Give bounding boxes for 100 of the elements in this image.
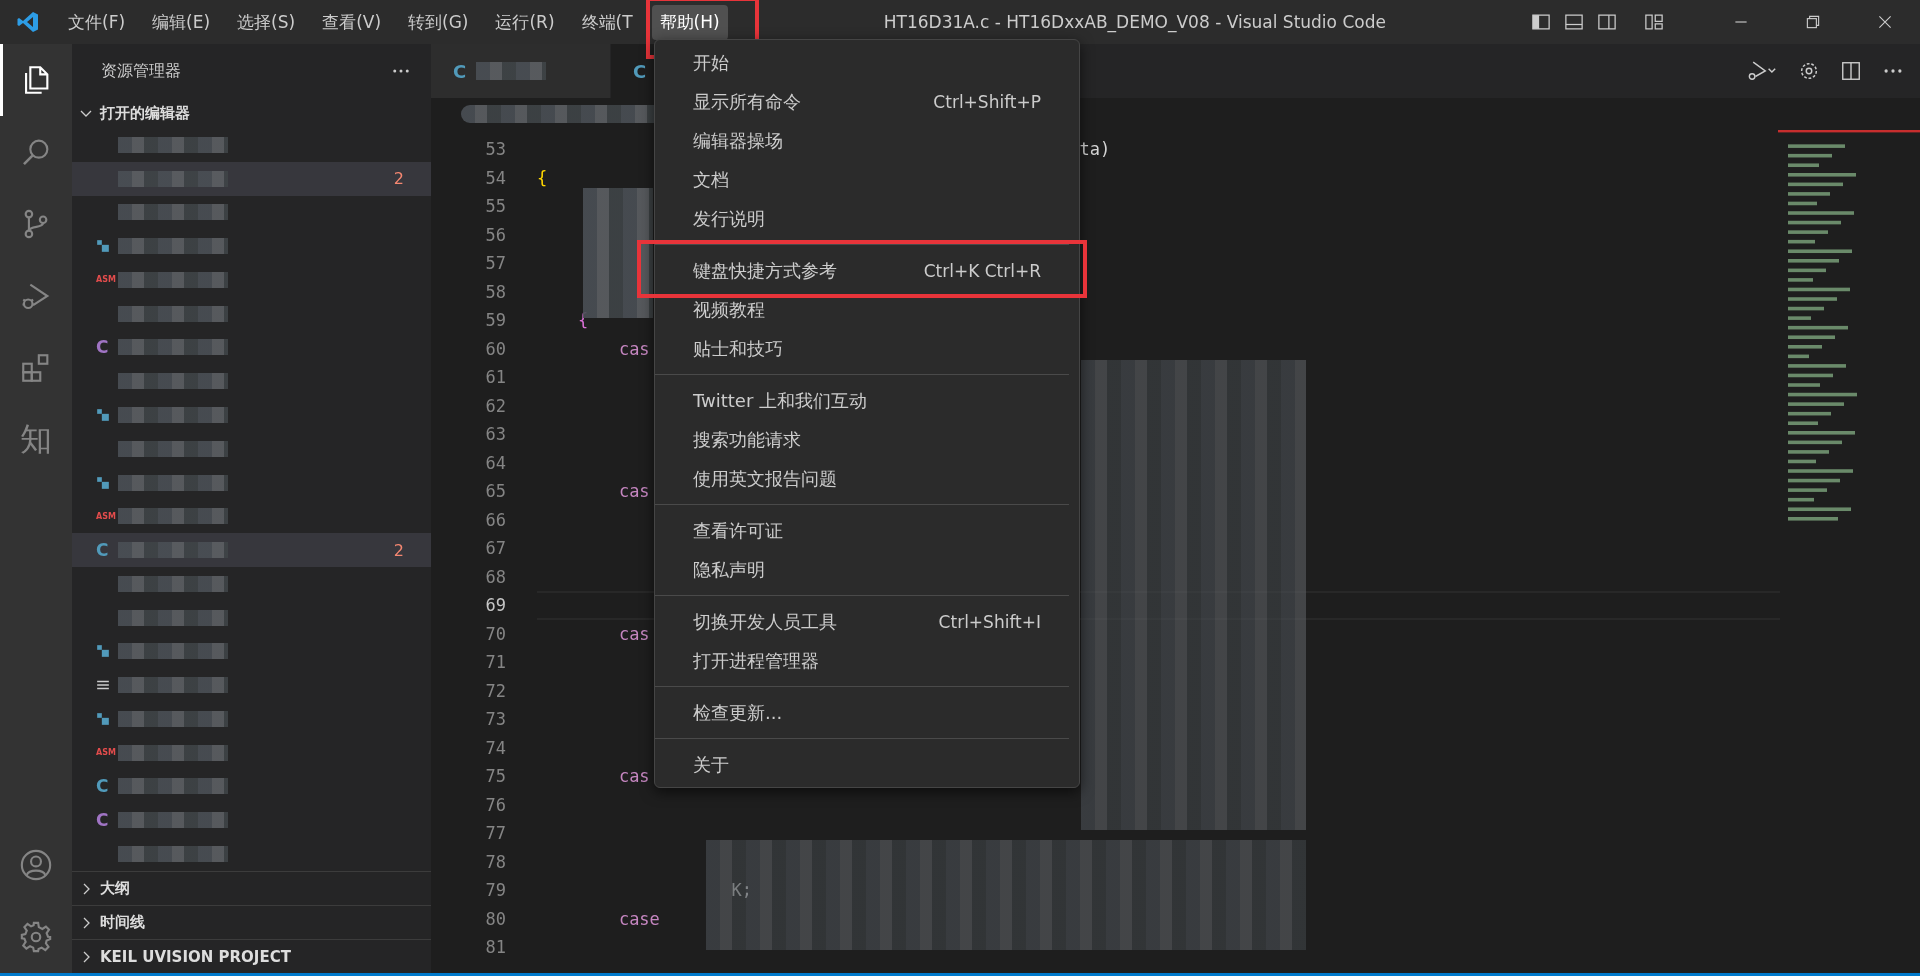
open-editor-item[interactable]: ASM: [72, 263, 431, 297]
menu-item[interactable]: 查看(V): [314, 4, 390, 40]
account-icon[interactable]: [19, 848, 53, 882]
menu-item[interactable]: 使用英文报告问题: [655, 459, 1079, 498]
open-editor-item[interactable]: C: [72, 330, 431, 365]
menu-item[interactable]: 帮助(H): [651, 4, 728, 40]
menu-item[interactable]: 转到(G): [400, 4, 477, 40]
file-icon: [96, 711, 110, 726]
asm-file-label: ASM: [96, 748, 117, 758]
line-number: 53: [484, 138, 506, 161]
menu-item[interactable]: 关于: [655, 745, 1079, 784]
open-editor-item[interactable]: 2: [72, 161, 431, 196]
c-file-label: C: [96, 337, 110, 358]
line-number: 54: [484, 166, 506, 190]
problem-count: 2: [393, 169, 404, 189]
split-editor-icon[interactable]: [1840, 60, 1862, 82]
menu-item[interactable]: 隐私声明: [655, 550, 1079, 589]
menu-item[interactable]: 编辑(E): [144, 4, 219, 40]
line-number: 70: [484, 622, 506, 646]
c-file-label: C: [96, 810, 110, 831]
menu-item[interactable]: 文件(F): [60, 4, 134, 40]
c-file-label: C: [633, 60, 647, 82]
line-number: 79: [484, 879, 506, 902]
code-text: {: [577, 310, 589, 330]
code-text: cas: [618, 481, 650, 501]
menu-item[interactable]: 视频教程: [655, 290, 1079, 329]
line-number: 81: [484, 936, 506, 959]
code-text: case: [618, 908, 660, 929]
line-number: 62: [484, 394, 506, 418]
menu-item[interactable]: 运行(R): [487, 4, 563, 40]
restore-icon[interactable]: [1804, 13, 1822, 31]
line-number: 56: [484, 223, 506, 247]
open-editor-item[interactable]: ASM: [72, 499, 431, 534]
line-number: 69: [484, 594, 506, 617]
window-title: HT16D31A.c - HT16DxxAB_DEMO_V08 - Visual Studio Code: [882, 12, 1387, 32]
section-header[interactable]: 大纲: [100, 879, 130, 898]
code-text: cas: [618, 338, 650, 359]
line-number: 78: [484, 850, 506, 874]
menu-item[interactable]: 文档: [655, 160, 1079, 199]
c-file-label: C: [96, 776, 110, 797]
section-header[interactable]: 时间线: [100, 913, 145, 932]
menu-item[interactable]: 打开进程管理器: [655, 641, 1079, 680]
menu-item[interactable]: Twitter 上和我们互动: [655, 381, 1079, 420]
line-number: 64: [484, 451, 506, 475]
menu-item[interactable]: 编辑器操场: [655, 121, 1079, 160]
menu-item[interactable]: 开始: [655, 43, 1079, 82]
close-icon[interactable]: [1876, 13, 1894, 31]
line-number: 72: [484, 679, 506, 703]
code-text: {: [537, 167, 548, 188]
line-number: 61: [484, 366, 506, 389]
blurred-text: [476, 62, 547, 80]
open-editor-item[interactable]: C 2: [72, 533, 431, 567]
toggle-secondary-sidebar-icon[interactable]: [1597, 12, 1617, 32]
line-number: 67: [484, 537, 506, 560]
line-number: 66: [484, 508, 506, 532]
line-number: 80: [484, 907, 506, 931]
menu-item[interactable]: 贴士和技巧: [655, 329, 1079, 368]
line-number: 58: [484, 280, 506, 304]
sidebar-title: 资源管理器: [101, 60, 181, 82]
file-icon: [96, 475, 110, 490]
line-number: 60: [484, 337, 506, 361]
line-number: 71: [484, 651, 506, 674]
toggle-panel-icon[interactable]: [1564, 12, 1584, 32]
section-header[interactable]: 打开的编辑器: [100, 103, 190, 123]
c-file-label: C: [453, 60, 467, 82]
layout-icon[interactable]: [1644, 12, 1664, 32]
menu-item[interactable]: 显示所有命令 Ctrl+Shift+P: [655, 82, 1079, 121]
line-number: 76: [484, 793, 506, 817]
menu-item[interactable]: 切换开发人员工具 Ctrl+Shift+I: [655, 602, 1079, 641]
toggle-sidebar-icon[interactable]: [1531, 12, 1551, 32]
file-icon: [96, 239, 110, 254]
file-icon: [96, 408, 110, 422]
line-number: 57: [484, 252, 506, 275]
menu-item[interactable]: 检查更新...: [655, 693, 1079, 732]
settings-icon[interactable]: [1798, 60, 1820, 82]
code-text: ta): [1079, 139, 1111, 159]
line-number: 63: [484, 423, 506, 446]
line-number: 77: [484, 822, 506, 845]
code-text: K;: [731, 880, 752, 900]
open-editor-item[interactable]: C: [72, 769, 431, 804]
menu-item[interactable]: 终端(T: [573, 4, 641, 40]
asm-file-label: ASM: [96, 275, 117, 285]
open-editor-item[interactable]: C: [72, 803, 431, 838]
menu-item[interactable]: 键盘快捷方式参考 Ctrl+K Ctrl+R: [655, 251, 1079, 290]
section-header[interactable]: KEIL UVISION PROJECT: [100, 947, 291, 966]
menu-item[interactable]: 发行说明: [655, 199, 1079, 238]
line-number: 73: [484, 708, 506, 731]
open-editor-item[interactable]: ASM: [72, 735, 431, 770]
editor-tab[interactable]: C: [431, 44, 611, 98]
line-number: 75: [484, 765, 506, 788]
menu-item[interactable]: 选择(S): [229, 4, 304, 40]
line-number: 59: [484, 309, 506, 332]
code-text: cas: [618, 766, 650, 786]
run-debug-icon[interactable]: [1746, 60, 1778, 82]
menu-item[interactable]: 查看许可证: [655, 511, 1079, 550]
file-icon: [96, 644, 110, 659]
c-file-label: C: [96, 540, 110, 561]
menu-item[interactable]: 搜索功能请求: [655, 420, 1079, 459]
code-text: cas: [618, 623, 650, 644]
line-number: 55: [484, 195, 506, 218]
